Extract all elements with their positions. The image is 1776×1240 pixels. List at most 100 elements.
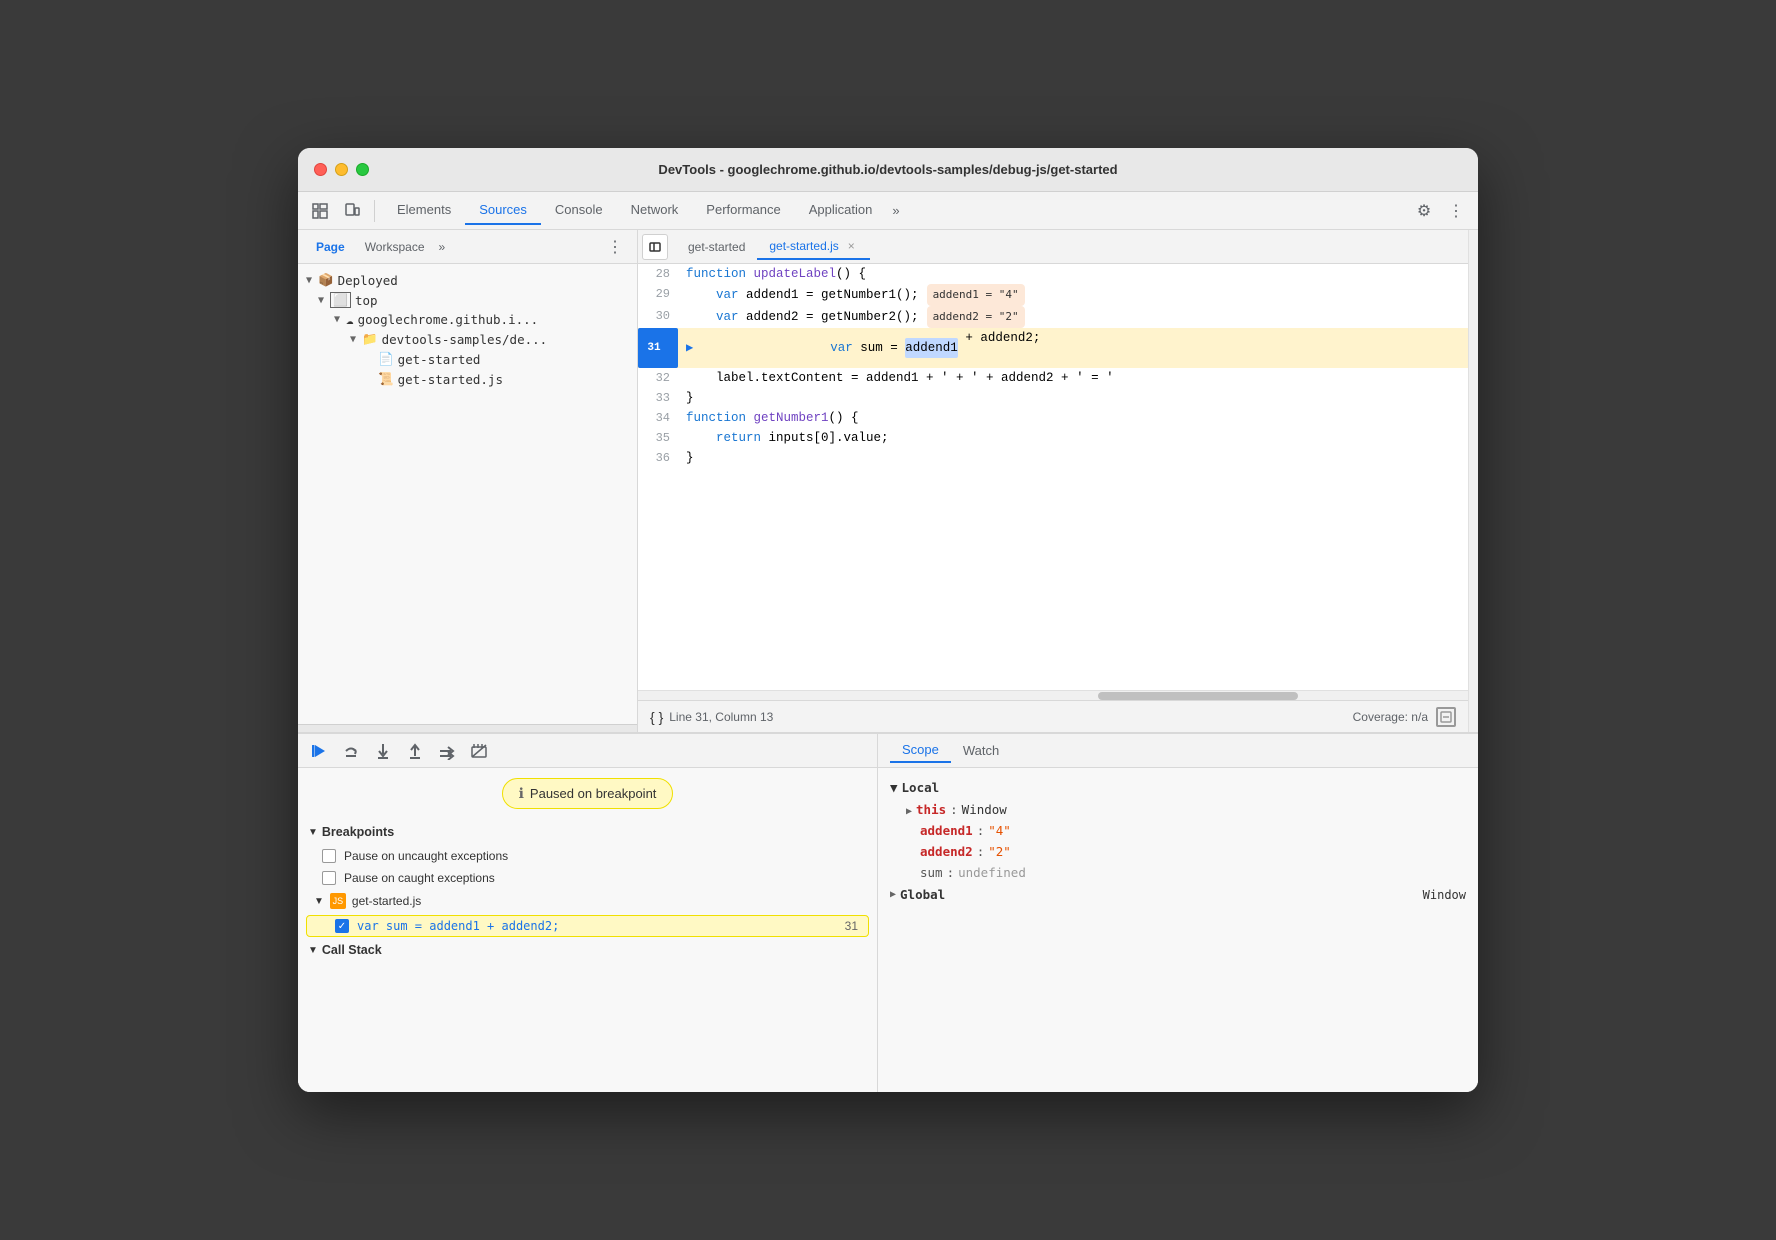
step-button[interactable] — [434, 738, 460, 764]
tab-label: get-started — [688, 240, 745, 254]
call-stack-section-header[interactable]: ▼ Call Stack — [298, 939, 877, 963]
scope-item-sum: sum : undefined — [878, 862, 1478, 883]
code-area: get-started get-started.js × 28 function… — [638, 230, 1468, 732]
pause-caught-item: Pause on caught exceptions — [298, 867, 877, 889]
tree-label: Deployed — [338, 273, 398, 288]
line-number: 32 — [638, 368, 678, 388]
code-editor[interactable]: 28 function updateLabel() { 29 var adden… — [638, 264, 1468, 690]
maximize-button[interactable] — [356, 163, 369, 176]
local-arrow: ▼ — [890, 780, 898, 795]
inspect-element-button[interactable] — [306, 197, 334, 225]
step-out-button[interactable] — [402, 738, 428, 764]
tree-item-devtools-samples[interactable]: ▼ 📁 devtools-samples/de... — [298, 329, 637, 349]
vertical-scrollbar[interactable] — [1468, 230, 1478, 732]
step-into-button[interactable] — [370, 738, 396, 764]
tree-item-googlechrome[interactable]: ▼ ☁ googlechrome.github.i... — [298, 310, 637, 329]
scope-tab-watch[interactable]: Watch — [951, 739, 1011, 762]
tab-performance[interactable]: Performance — [692, 196, 794, 225]
tree-item-deployed[interactable]: ▼ 📦 Deployed — [298, 270, 637, 290]
line-number: 33 — [638, 388, 678, 408]
tab-close-button[interactable]: × — [845, 238, 858, 254]
file-icon: 📄 — [378, 351, 394, 367]
bp-checkbox[interactable]: ✓ — [335, 919, 349, 933]
tree-item-get-started[interactable]: ▶ 📄 get-started — [298, 349, 637, 369]
top-icon: ⬜ — [330, 292, 351, 308]
sidebar-resize-handle[interactable] — [298, 724, 637, 732]
pause-caught-label: Pause on caught exceptions — [344, 871, 495, 885]
line-content: function getNumber1() { — [678, 408, 1468, 428]
breakpoints-section-header[interactable]: ▼ Breakpoints — [298, 819, 877, 845]
code-tab-get-started[interactable]: get-started — [676, 236, 757, 258]
status-bar-left: { } Line 31, Column 13 — [650, 709, 773, 725]
code-tab-get-started-js[interactable]: get-started.js × — [757, 234, 869, 260]
bottom-section: ℹ Paused on breakpoint ▼ Breakpoints Pau… — [298, 732, 1478, 1092]
settings-button[interactable]: ⚙ — [1410, 197, 1438, 225]
devtools-body: Elements Sources Console Network Perform… — [298, 192, 1478, 1092]
navigator-toggle[interactable] — [642, 234, 668, 260]
tree-arrow: ▼ — [334, 314, 340, 325]
more-options-button[interactable]: ⋮ — [1442, 197, 1470, 225]
tab-elements[interactable]: Elements — [383, 196, 465, 225]
local-section-header[interactable]: ▼ Local — [878, 776, 1478, 799]
close-button[interactable] — [314, 163, 327, 176]
coverage-icon[interactable] — [1436, 707, 1456, 727]
scope-tab-scope[interactable]: Scope — [890, 738, 951, 763]
global-value: Window — [1423, 888, 1466, 902]
line-number: 35 — [638, 428, 678, 448]
more-tabs-button[interactable]: » — [886, 199, 905, 222]
tab-network[interactable]: Network — [617, 196, 693, 225]
sidebar-menu-button[interactable]: ⋮ — [601, 235, 629, 259]
pause-caught-checkbox[interactable] — [322, 871, 336, 885]
line-number: 34 — [638, 408, 678, 428]
scope-item-this[interactable]: ▶ this : Window — [878, 799, 1478, 820]
bp-file-entry[interactable]: ▼ JS get-started.js — [298, 889, 877, 913]
scope-value: undefined — [958, 865, 1026, 880]
sidebar-tab-page[interactable]: Page — [306, 236, 355, 258]
sidebar-tabs: Page Workspace » ⋮ — [298, 230, 637, 264]
step-over-button[interactable] — [338, 738, 364, 764]
tab-sources[interactable]: Sources — [465, 196, 541, 225]
bp-code: var sum = addend1 + addend2; — [357, 919, 559, 933]
pause-uncaught-label: Pause on uncaught exceptions — [344, 849, 508, 863]
local-label: Local — [902, 780, 940, 795]
tree-item-top[interactable]: ▼ ⬜ top — [298, 290, 637, 310]
horizontal-scrollbar[interactable] — [638, 690, 1468, 700]
global-arrow: ▶ — [890, 889, 896, 900]
scope-panel: Scope Watch ▼ Local ▶ this : Window — [878, 734, 1478, 1092]
pause-uncaught-item: Pause on uncaught exceptions — [298, 845, 877, 867]
tree-arrow: ▼ — [306, 275, 312, 286]
code-line-33: 33 } — [638, 388, 1468, 408]
global-section-header[interactable]: ▶ Global Window — [878, 883, 1478, 906]
format-icon[interactable]: { } — [650, 709, 663, 725]
main-content: Page Workspace » ⋮ ▼ 📦 Deployed ▼ ⬜ — [298, 230, 1478, 732]
sidebar-tab-workspace[interactable]: Workspace — [355, 236, 435, 258]
traffic-lights — [314, 163, 369, 176]
bp-line-num: 31 — [845, 919, 858, 933]
code-line-29: 29 var addend1 = getNumber1();addend1 = … — [638, 284, 1468, 306]
deployed-icon: 📦 — [318, 272, 334, 288]
scope-item-addend2: addend2 : "2" — [878, 841, 1478, 862]
bp-line-entry[interactable]: ✓ var sum = addend1 + addend2; 31 — [306, 915, 869, 937]
resume-button[interactable] — [306, 738, 332, 764]
line-number-active: 31 — [638, 328, 678, 368]
line-content: var addend1 = getNumber1();addend1 = "4" — [678, 284, 1468, 306]
tab-application[interactable]: Application — [795, 196, 887, 225]
tab-console[interactable]: Console — [541, 196, 617, 225]
device-toggle-button[interactable] — [338, 197, 366, 225]
deactivate-breakpoints-button[interactable] — [466, 738, 492, 764]
tree-item-get-started-js[interactable]: ▶ 📜 get-started.js — [298, 369, 637, 389]
line-content: } — [678, 388, 1468, 408]
titlebar: DevTools - googlechrome.github.io/devtoo… — [298, 148, 1478, 192]
pause-uncaught-checkbox[interactable] — [322, 849, 336, 863]
scope-key: addend2 — [906, 844, 973, 859]
code-tabs: get-started get-started.js × — [638, 230, 1468, 264]
code-line-28: 28 function updateLabel() { — [638, 264, 1468, 284]
scope-tabs: Scope Watch — [878, 734, 1478, 768]
breakpoints-label: Breakpoints — [322, 825, 394, 839]
line-content: } — [678, 448, 1468, 468]
sidebar-more-tabs[interactable]: » — [439, 240, 446, 254]
scope-colon: : — [947, 865, 955, 880]
scrollbar-thumb[interactable] — [1098, 692, 1298, 700]
tree-label: get-started — [398, 352, 481, 367]
minimize-button[interactable] — [335, 163, 348, 176]
